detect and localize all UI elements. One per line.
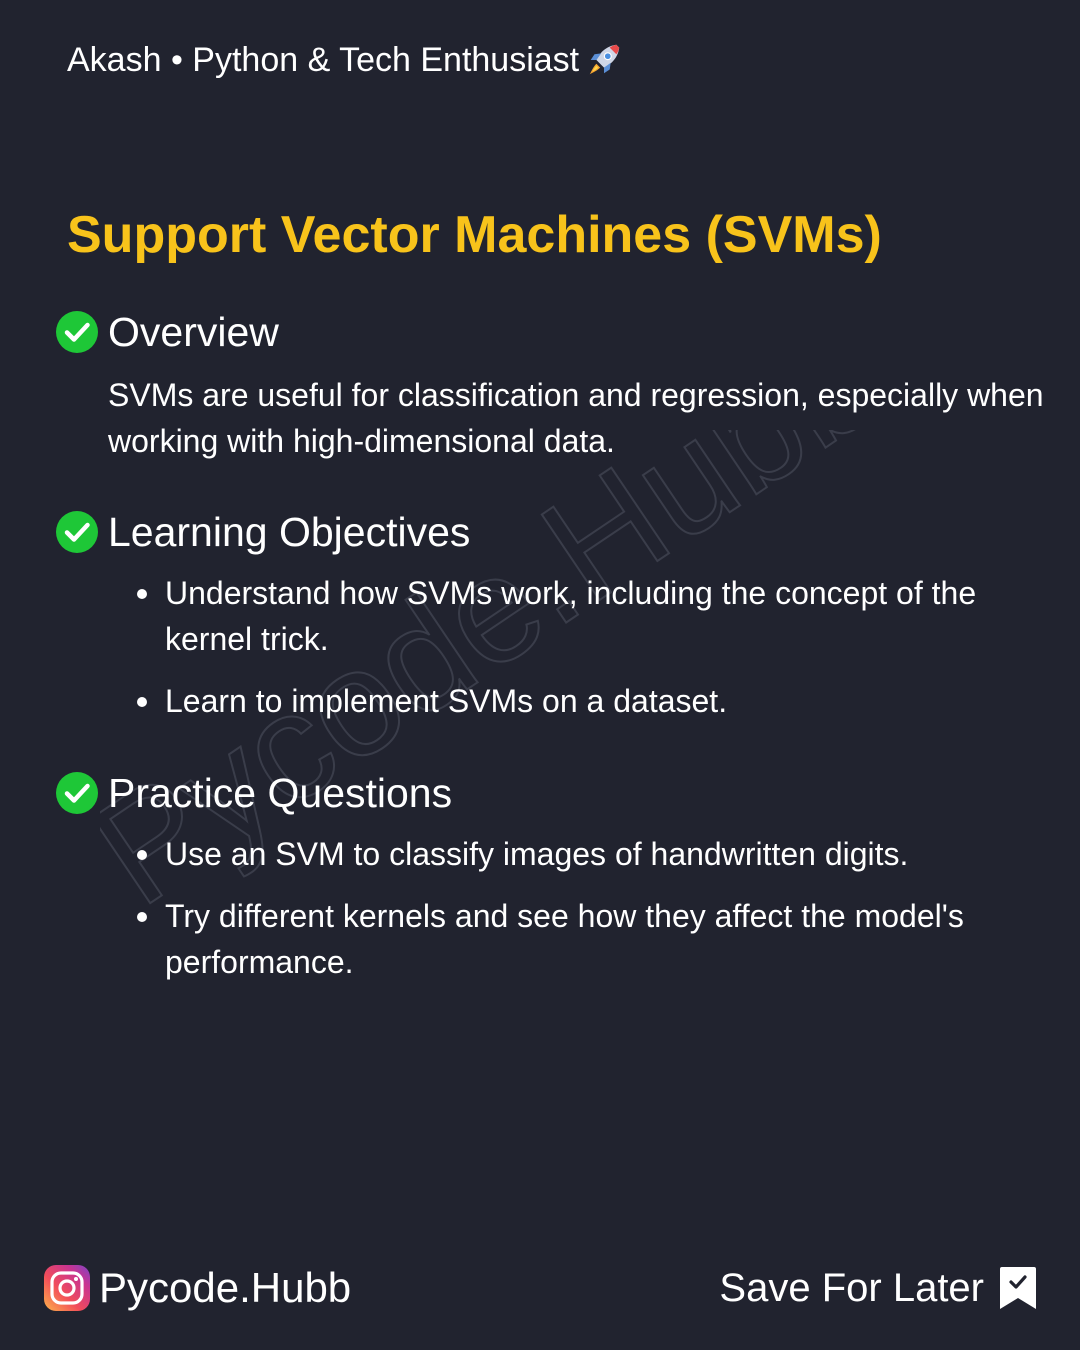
author-line: Akash • Python & Tech Enthusiast — [67, 38, 623, 82]
check-icon — [56, 311, 98, 353]
section-heading: Learning Objectives — [108, 508, 471, 555]
section-learning-objectives: Learning Objectives Understand how SVMs … — [55, 502, 1045, 740]
questions-list: Use an SVM to classify images of handwri… — [55, 831, 1045, 985]
bookmark-icon — [1000, 1267, 1036, 1309]
overview-paragraph: SVMs are useful for classification and r… — [108, 377, 1044, 459]
brand-handle[interactable]: Pycode.Hubb — [43, 1262, 351, 1314]
section-overview: Overview SVMs are useful for classificat… — [55, 302, 1045, 464]
list-item: Try different kernels and see how they a… — [55, 893, 1045, 985]
check-icon — [56, 511, 98, 553]
save-for-later-button[interactable]: Save For Later — [719, 1262, 1038, 1314]
check-icon — [56, 772, 98, 814]
page-title: Support Vector Machines (SVMs) — [67, 206, 882, 264]
list-item: Learn to implement SVMs on a dataset. — [55, 678, 1045, 724]
objectives-list: Understand how SVMs work, including the … — [55, 570, 1045, 724]
section-practice-questions: Practice Questions Use an SVM to classif… — [55, 763, 1045, 1001]
list-item: Use an SVM to classify images of handwri… — [55, 831, 1045, 877]
brand-name: Pycode.Hubb — [99, 1264, 352, 1311]
list-item: Understand how SVMs work, including the … — [55, 570, 1045, 662]
instagram-icon — [44, 1265, 90, 1311]
author-text: Akash • Python & Tech Enthusiast — [67, 41, 580, 79]
section-heading: Overview — [108, 308, 279, 355]
rocket-icon — [589, 44, 620, 75]
section-heading: Practice Questions — [108, 769, 453, 816]
save-label: Save For Later — [719, 1265, 984, 1310]
